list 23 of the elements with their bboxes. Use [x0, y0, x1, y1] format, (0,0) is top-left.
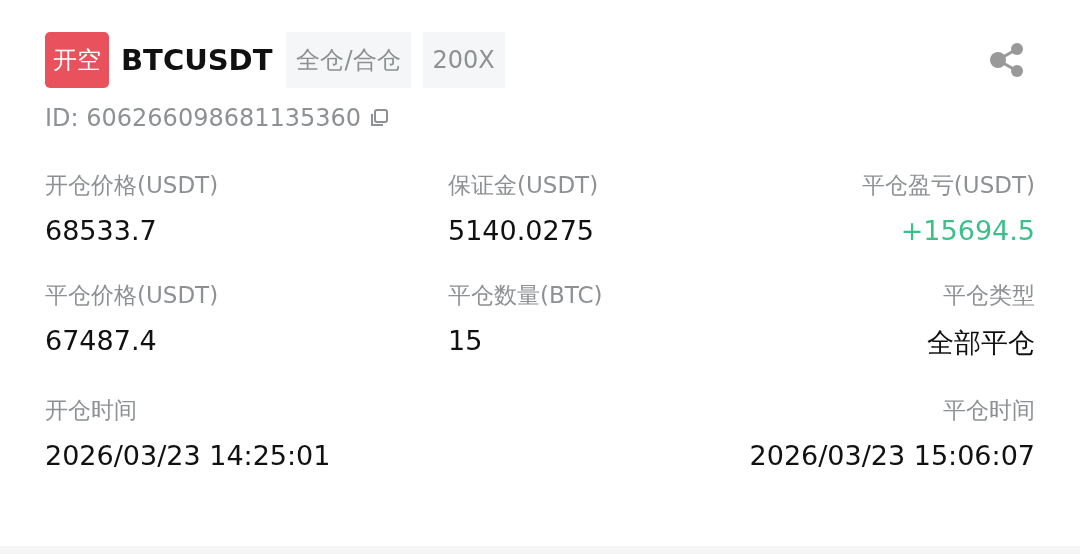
- field-label: 开仓价格(USDT): [45, 171, 219, 200]
- field-label: 平仓时间: [943, 396, 1035, 425]
- side-badge: 开空: [45, 32, 109, 88]
- tag: 全仓/合仓: [286, 32, 411, 88]
- field-value: 15: [448, 325, 483, 356]
- field-label: 开仓时间: [45, 396, 137, 425]
- symbol-title: BTCUSDT: [121, 43, 273, 77]
- field-label: 平仓盈亏(USDT): [861, 171, 1035, 200]
- copy-icon[interactable]: [369, 108, 390, 128]
- field-value: +15694.5: [900, 215, 1035, 246]
- field-value: 全部平仓: [927, 326, 1035, 360]
- field-label: 保证金(USDT): [448, 171, 599, 200]
- tag: 200X: [422, 32, 505, 88]
- field-label: 平仓价格(USDT): [45, 281, 219, 310]
- order-id: ID: 606266098681135360: [45, 104, 362, 132]
- share-icon[interactable]: [989, 41, 1025, 79]
- field-label: 平仓数量(BTC): [448, 281, 603, 310]
- field-label: 平仓类型: [943, 281, 1035, 310]
- field-value: 5140.0275: [448, 215, 594, 246]
- field-value: 67487.4: [45, 325, 157, 356]
- field-value: 2026/03/23 14:25:01: [45, 440, 331, 471]
- field-value: 68533.7: [45, 215, 157, 246]
- field-value: 2026/03/23 15:06:07: [749, 440, 1035, 471]
